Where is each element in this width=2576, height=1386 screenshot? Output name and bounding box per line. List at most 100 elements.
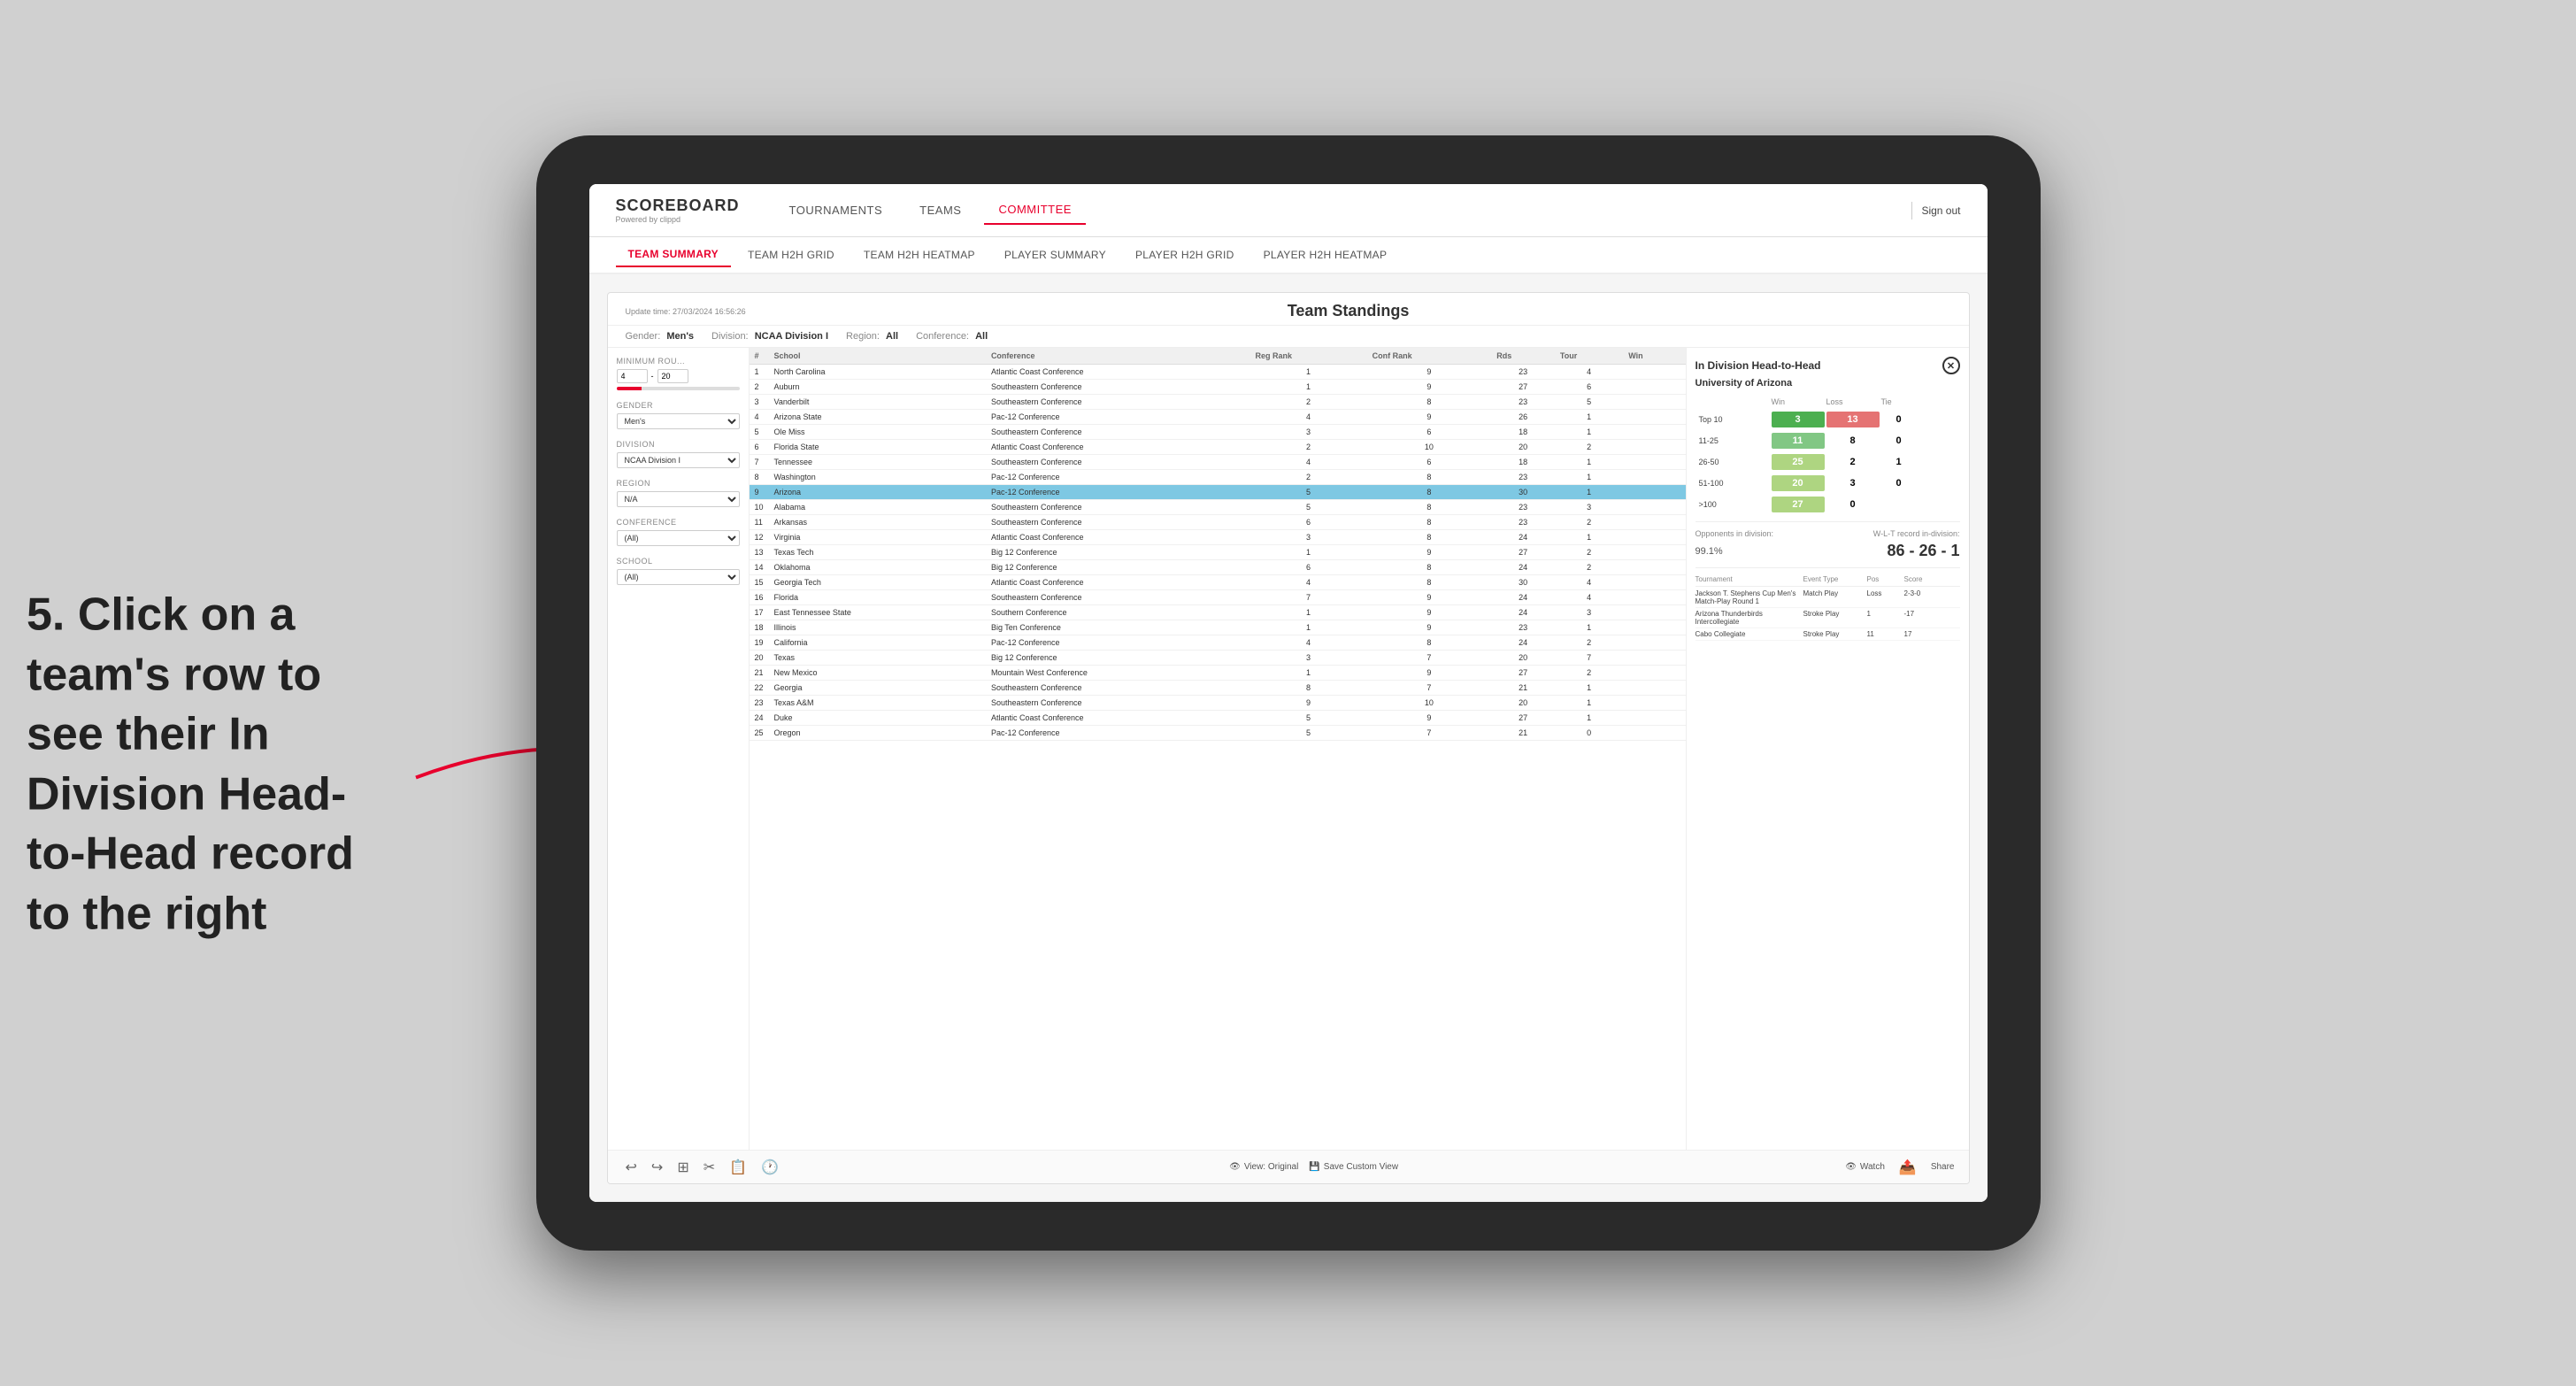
copy-button[interactable]: ⊞ bbox=[673, 1157, 692, 1178]
save-custom-button[interactable]: 💾 Save Custom View bbox=[1309, 1162, 1398, 1172]
cell-school: Texas A&M bbox=[769, 696, 986, 711]
cell-rds: 21 bbox=[1491, 681, 1555, 696]
table-row[interactable]: 5 Ole Miss Southeastern Conference 3 6 1… bbox=[750, 425, 1686, 440]
subnav-player-h2h-heatmap[interactable]: PLAYER H2H HEATMAP bbox=[1251, 243, 1400, 266]
col-conf-rank: Conf Rank bbox=[1367, 348, 1492, 365]
division-filter-label: Division bbox=[617, 440, 740, 449]
table-row[interactable]: 14 Oklahoma Big 12 Conference 6 8 24 2 bbox=[750, 560, 1686, 575]
subnav-player-summary[interactable]: PLAYER SUMMARY bbox=[992, 243, 1119, 266]
table-row[interactable]: 10 Alabama Southeastern Conference 5 8 2… bbox=[750, 500, 1686, 515]
school-select[interactable]: (All) bbox=[617, 569, 740, 585]
cell-tour: 5 bbox=[1555, 395, 1623, 410]
tournament-row-2[interactable]: Arizona Thunderbirds Intercollegiate Str… bbox=[1696, 610, 1960, 628]
nav-tournaments[interactable]: TOURNAMENTS bbox=[775, 196, 897, 224]
table-row[interactable]: 23 Texas A&M Southeastern Conference 9 1… bbox=[750, 696, 1686, 711]
nav-items: TOURNAMENTS TEAMS COMMITTEE bbox=[775, 196, 1912, 225]
cell-win bbox=[1623, 711, 1685, 726]
t2-score: -17 bbox=[1904, 610, 1940, 626]
cell-tour: 2 bbox=[1555, 635, 1623, 651]
cell-conf-rank: 10 bbox=[1367, 696, 1492, 711]
division-select[interactable]: NCAA Division I bbox=[617, 452, 740, 468]
cell-conference: Pac-12 Conference bbox=[986, 470, 1250, 485]
t1-name: Jackson T. Stephens Cup Men's Match-Play… bbox=[1696, 589, 1802, 605]
table-row[interactable]: 6 Florida State Atlantic Coast Conferenc… bbox=[750, 440, 1686, 455]
table-row[interactable]: 9 Arizona Pac-12 Conference 5 8 30 1 bbox=[750, 485, 1686, 500]
table-row[interactable]: 21 New Mexico Mountain West Conference 1… bbox=[750, 666, 1686, 681]
table-row[interactable]: 19 California Pac-12 Conference 4 8 24 2 bbox=[750, 635, 1686, 651]
cell-reg-rank: 4 bbox=[1250, 410, 1366, 425]
view-icon: 👁 bbox=[1229, 1162, 1241, 1172]
cell-rds: 20 bbox=[1491, 440, 1555, 455]
cell-reg-rank: 6 bbox=[1250, 515, 1366, 530]
gender-select[interactable]: Men's bbox=[617, 413, 740, 429]
max-rounds-input[interactable] bbox=[657, 369, 688, 383]
share-button[interactable]: Share bbox=[1931, 1162, 1955, 1172]
cell-num: 22 bbox=[750, 681, 769, 696]
t3-name: Cabo Collegiate bbox=[1696, 630, 1802, 638]
h2h-close-button[interactable]: ✕ bbox=[1942, 357, 1960, 374]
subnav-team-h2h-grid[interactable]: TEAM H2H GRID bbox=[735, 243, 847, 266]
h2h-loss-1125: 8 bbox=[1826, 433, 1880, 449]
table-row[interactable]: 13 Texas Tech Big 12 Conference 1 9 27 2 bbox=[750, 545, 1686, 560]
table-row[interactable]: 8 Washington Pac-12 Conference 2 8 23 1 bbox=[750, 470, 1686, 485]
cell-reg-rank: 1 bbox=[1250, 380, 1366, 395]
subnav-player-h2h-grid[interactable]: PLAYER H2H GRID bbox=[1123, 243, 1247, 266]
cell-tour: 1 bbox=[1555, 410, 1623, 425]
view-original-button[interactable]: 👁 View: Original bbox=[1229, 1162, 1298, 1172]
subnav-team-summary[interactable]: TEAM SUMMARY bbox=[616, 243, 731, 267]
subnav-team-h2h-heatmap[interactable]: TEAM H2H HEATMAP bbox=[851, 243, 988, 266]
table-row[interactable]: 12 Virginia Atlantic Coast Conference 3 … bbox=[750, 530, 1686, 545]
gender-label: Gender: bbox=[626, 331, 661, 342]
table-row[interactable]: 18 Illinois Big Ten Conference 1 9 23 1 bbox=[750, 620, 1686, 635]
cell-num: 9 bbox=[750, 485, 769, 500]
share-icon-btn[interactable]: 📤 bbox=[1895, 1157, 1920, 1178]
cell-tour: 4 bbox=[1555, 365, 1623, 380]
redo-button[interactable]: ↪ bbox=[648, 1157, 666, 1178]
table-row[interactable]: 2 Auburn Southeastern Conference 1 9 27 … bbox=[750, 380, 1686, 395]
cell-tour: 4 bbox=[1555, 590, 1623, 605]
col-conference: Conference bbox=[986, 348, 1250, 365]
table-row[interactable]: 16 Florida Southeastern Conference 7 9 2… bbox=[750, 590, 1686, 605]
h2h-divider-2 bbox=[1696, 567, 1960, 568]
sign-out-link[interactable]: Sign out bbox=[1921, 204, 1960, 217]
t1-score: 2-3-0 bbox=[1904, 589, 1940, 605]
table-row[interactable]: 24 Duke Atlantic Coast Conference 5 9 27… bbox=[750, 711, 1686, 726]
table-row[interactable]: 11 Arkansas Southeastern Conference 6 8 … bbox=[750, 515, 1686, 530]
cell-school: Texas Tech bbox=[769, 545, 986, 560]
min-rounds-input[interactable] bbox=[617, 369, 648, 383]
table-row[interactable]: 3 Vanderbilt Southeastern Conference 2 8… bbox=[750, 395, 1686, 410]
cell-conf-rank: 9 bbox=[1367, 620, 1492, 635]
t2-type: Stroke Play bbox=[1803, 610, 1865, 626]
watch-button[interactable]: 👁 Watch bbox=[1845, 1162, 1885, 1172]
table-row[interactable]: 22 Georgia Southeastern Conference 8 7 2… bbox=[750, 681, 1686, 696]
table-row[interactable]: 15 Georgia Tech Atlantic Coast Conferenc… bbox=[750, 575, 1686, 590]
table-row[interactable]: 7 Tennessee Southeastern Conference 4 6 … bbox=[750, 455, 1686, 470]
cell-tour: 1 bbox=[1555, 485, 1623, 500]
table-row[interactable]: 20 Texas Big 12 Conference 3 7 20 7 bbox=[750, 651, 1686, 666]
table-row[interactable]: 1 North Carolina Atlantic Coast Conferen… bbox=[750, 365, 1686, 380]
nav-committee[interactable]: COMMITTEE bbox=[984, 196, 1086, 225]
save-custom-label: Save Custom View bbox=[1324, 1162, 1398, 1172]
cell-tour: 3 bbox=[1555, 605, 1623, 620]
cell-conference: Southeastern Conference bbox=[986, 500, 1250, 515]
tournament-row-1[interactable]: Jackson T. Stephens Cup Men's Match-Play… bbox=[1696, 589, 1960, 608]
filter-division: Division NCAA Division I bbox=[617, 440, 740, 468]
cell-rds: 24 bbox=[1491, 605, 1555, 620]
rounds-slider[interactable] bbox=[617, 387, 740, 390]
cell-num: 11 bbox=[750, 515, 769, 530]
tournament-row-3[interactable]: Cabo Collegiate Stroke Play 11 17 bbox=[1696, 630, 1960, 641]
nav-teams[interactable]: TEAMS bbox=[905, 196, 975, 224]
table-row[interactable]: 4 Arizona State Pac-12 Conference 4 9 26… bbox=[750, 410, 1686, 425]
undo-button[interactable]: ↩ bbox=[622, 1157, 641, 1178]
conference-select[interactable]: (All) bbox=[617, 530, 740, 546]
cut-button[interactable]: ✂ bbox=[700, 1157, 719, 1178]
region-select[interactable]: N/A bbox=[617, 491, 740, 507]
table-row[interactable]: 17 East Tennessee State Southern Confere… bbox=[750, 605, 1686, 620]
paste-button[interactable]: 📋 bbox=[726, 1157, 750, 1178]
time-button[interactable]: 🕐 bbox=[757, 1157, 782, 1178]
cell-num: 25 bbox=[750, 726, 769, 741]
table-row[interactable]: 25 Oregon Pac-12 Conference 5 7 21 0 bbox=[750, 726, 1686, 741]
save-icon: 💾 bbox=[1309, 1162, 1319, 1172]
cell-tour: 2 bbox=[1555, 666, 1623, 681]
cell-conf-rank: 8 bbox=[1367, 395, 1492, 410]
